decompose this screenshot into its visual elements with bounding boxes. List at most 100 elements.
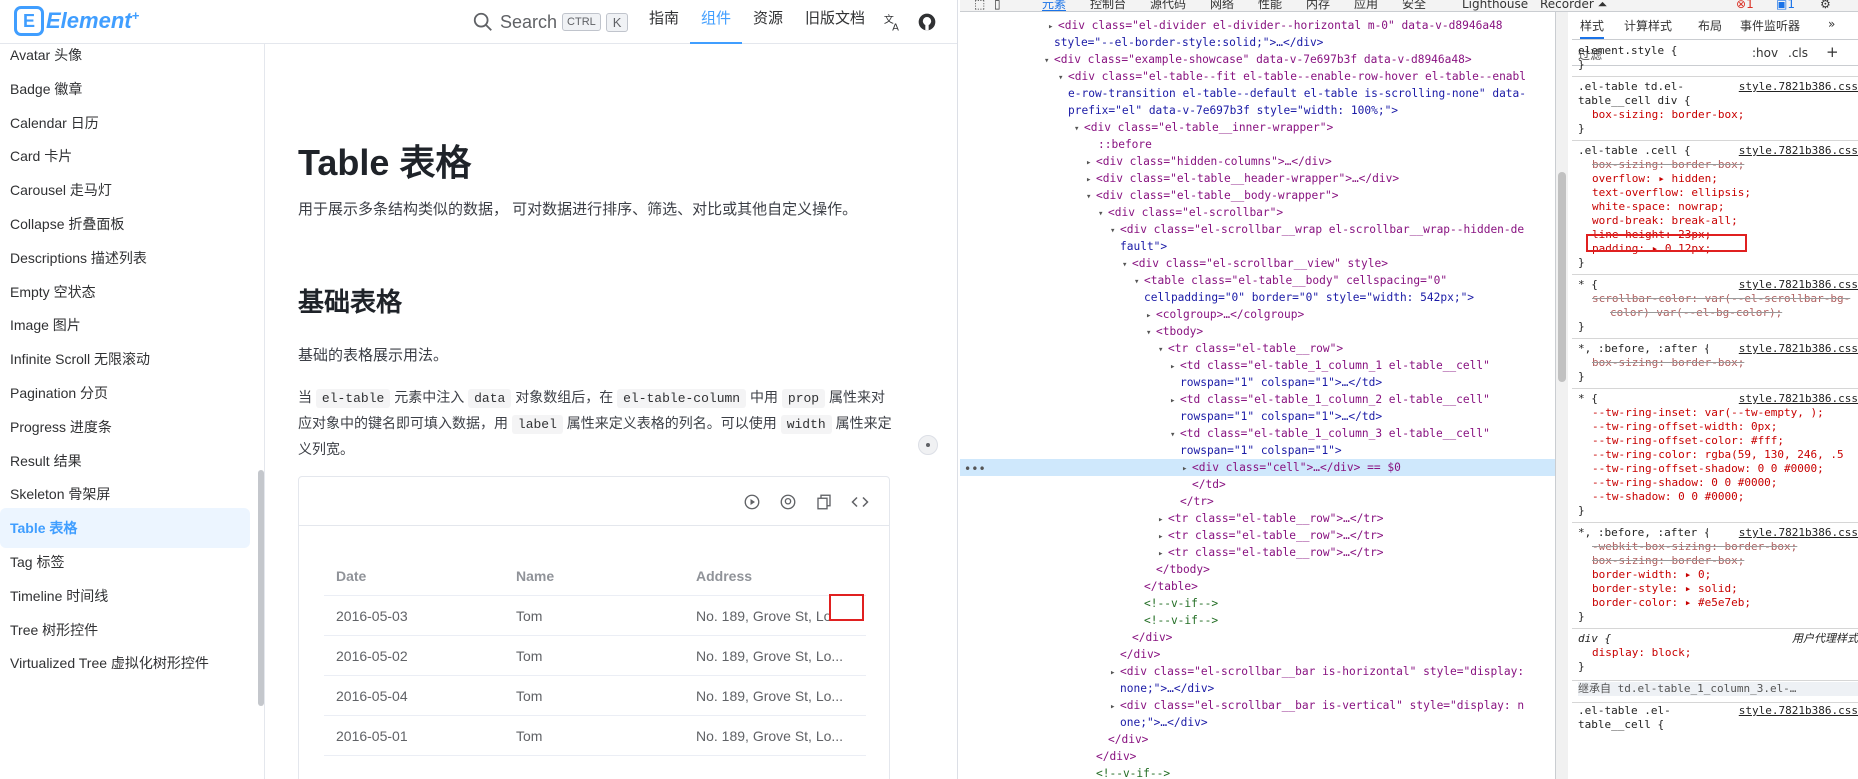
- dom-node-line[interactable]: rowspan="1" colspan="1">…</td>: [1170, 408, 1382, 425]
- expand-triangle-icon[interactable]: ▾: [1044, 53, 1054, 70]
- dom-node-line[interactable]: ▸ <tr class="el-table__row">…</tr>: [1158, 544, 1384, 561]
- dom-node-line[interactable]: ▾ <td class="el-table_1_column_3 el-table…: [1170, 425, 1490, 442]
- dom-node-line[interactable]: ▾ <div class="el-scrollbar">: [1098, 204, 1283, 221]
- style-property[interactable]: box-sizing: border-box;: [1592, 356, 1858, 370]
- style-property[interactable]: text-overflow: ellipsis;: [1592, 186, 1858, 200]
- dom-node-line[interactable]: ▸ <div class="el-scrollbar__bar is-vertic…: [1110, 697, 1524, 714]
- table-row[interactable]: 2016-05-01 Tom No. 189, Grove St, Lo...: [324, 716, 866, 756]
- table-row[interactable]: 2016-05-03 Tom No. 189, Grove St, Lo...: [324, 596, 866, 636]
- expand-triangle-icon[interactable]: ▾: [1098, 206, 1108, 223]
- style-selector[interactable]: }: [1578, 256, 1858, 270]
- dom-node-line[interactable]: </div>: [1110, 646, 1160, 663]
- expand-triangle-icon[interactable]: ▾: [1074, 121, 1084, 138]
- dom-node-line[interactable]: ▸ <colgroup>…</colgroup>: [1146, 306, 1304, 323]
- dom-node-line[interactable]: ▸ <div class="el-divider el-divider--hori…: [1048, 17, 1503, 34]
- dom-node-line[interactable]: <!--v-if-->: [1134, 595, 1218, 612]
- dom-node-line[interactable]: ▸ <div class="el-scrollbar__bar is-horizo…: [1110, 663, 1524, 680]
- message-badge[interactable]: ▣1: [1776, 0, 1795, 11]
- dom-scroll-thumb[interactable]: [1558, 172, 1566, 382]
- table-row[interactable]: 2016-05-02 Tom No. 189, Grove St, Lo...: [324, 636, 866, 676]
- nav-legacy-docs[interactable]: 旧版文档: [794, 0, 876, 44]
- style-property[interactable]: --tw-ring-shadow: 0 0 #0000;: [1592, 476, 1858, 490]
- style-selector[interactable]: table__cell div {: [1578, 94, 1858, 108]
- style-selector[interactable]: }: [1578, 504, 1858, 518]
- style-property[interactable]: -webkit-box-sizing: border-box;: [1592, 540, 1858, 554]
- style-property[interactable]: border-style: ▸ solid;: [1592, 582, 1858, 596]
- nav-resources[interactable]: 资源: [742, 0, 794, 44]
- style-property[interactable]: display: block;: [1592, 646, 1858, 660]
- style-selector[interactable]: element.style {: [1578, 44, 1858, 58]
- tab-network[interactable]: 网络: [1210, 0, 1234, 11]
- tab-lighthouse[interactable]: Lighthouse: [1462, 0, 1528, 11]
- inspect-icon[interactable]: ⬚: [974, 0, 985, 11]
- dom-node-line[interactable]: </div>: [1098, 731, 1148, 748]
- stylesheet-source-link[interactable]: style.7821b386.css: [1739, 392, 1858, 406]
- style-property[interactable]: --tw-ring-inset: var(--tw-empty, );: [1592, 406, 1858, 420]
- tab-memory[interactable]: 内存: [1306, 0, 1330, 11]
- dom-node-line[interactable]: </table>: [1134, 578, 1198, 595]
- tab-performance[interactable]: 性能: [1258, 0, 1282, 11]
- dom-node-line[interactable]: style="--el-border-style:solid;">…</div>: [1044, 34, 1323, 51]
- table-row[interactable]: 2016-05-04 Tom No. 189, Grove St, Lo...: [324, 676, 866, 716]
- tab-more[interactable]: »: [1828, 17, 1835, 39]
- sidebar-item[interactable]: Virtualized Tree 虚拟化树形控件: [0, 643, 250, 683]
- style-selector[interactable]: .el-table td.el-style.7821b386.css: [1578, 80, 1858, 94]
- dom-node-line[interactable]: ▸ <td class="el-table_1_column_1 el-table…: [1170, 357, 1490, 374]
- expand-triangle-icon[interactable]: ▾: [1086, 189, 1096, 206]
- style-selector[interactable]: }: [1578, 370, 1858, 384]
- search-button[interactable]: Search CTRL K: [472, 6, 629, 38]
- dom-node-line[interactable]: ▾ <div class="el-scrollbar__view" style>: [1122, 255, 1388, 272]
- tab-application[interactable]: 应用: [1354, 0, 1378, 11]
- dom-node-line[interactable]: ▾ <table class="el-table__body" cellspaci…: [1134, 272, 1447, 289]
- stylesheet-source-link[interactable]: style.7821b386.css: [1739, 80, 1858, 94]
- translate-icon[interactable]: 文A: [876, 0, 910, 44]
- style-selector[interactable]: * {style.7821b386.css: [1578, 392, 1858, 406]
- expand-triangle-icon[interactable]: ▾: [1122, 257, 1132, 274]
- dom-node-line[interactable]: none;">…</div>: [1110, 680, 1214, 697]
- dom-node-line[interactable]: cellpadding="0" border="0" style="width:…: [1134, 289, 1474, 306]
- style-selector[interactable]: }: [1578, 58, 1858, 72]
- tab-event-listeners[interactable]: 事件监听器: [1740, 17, 1800, 39]
- toc-toggle-button[interactable]: [918, 435, 938, 455]
- dom-node-line[interactable]: e-row-transition el-table--default el-ta…: [1058, 85, 1526, 102]
- dom-tree-scrollbar[interactable]: [1556, 12, 1568, 779]
- dom-node-line[interactable]: </tbody>: [1146, 561, 1210, 578]
- style-property[interactable]: word-break: break-all;: [1592, 214, 1858, 228]
- dom-node-line[interactable]: ▾ <div class="el-table__inner-wrapper">: [1074, 119, 1333, 136]
- style-selector[interactable]: .el-table .el-style.7821b386.css: [1578, 704, 1858, 718]
- tab-elements[interactable]: 元素: [1042, 0, 1067, 11]
- nav-components[interactable]: 组件: [690, 0, 743, 44]
- copy-icon[interactable]: [813, 491, 835, 513]
- dom-ellipsis-icon[interactable]: •••: [964, 462, 986, 476]
- style-property[interactable]: box-sizing: border-box;: [1592, 158, 1858, 172]
- inherited-from-header[interactable]: 继承自 td.el-table_1_column_3.el-…: [1578, 682, 1858, 696]
- dom-node-line[interactable]: <!--v-if-->: [1134, 612, 1218, 629]
- style-property[interactable]: border-width: ▸ 0;: [1592, 568, 1858, 582]
- dom-node-line[interactable]: ▸ <div class="cell">…</div> == $0: [960, 459, 1555, 476]
- dom-node-line[interactable]: rowspan="1" colspan="1">: [1170, 442, 1342, 459]
- style-property[interactable]: box-sizing: border-box;: [1592, 108, 1858, 122]
- style-property[interactable]: --tw-ring-offset-color: #fff;: [1592, 434, 1858, 448]
- dom-node-line[interactable]: ▸ <div class="hidden-columns">…</div>: [1086, 153, 1332, 170]
- style-property[interactable]: scrollbar-color: var(--el-scrollbar-bg-: [1592, 292, 1858, 306]
- dom-node-line[interactable]: ▾ <div class="el-table--fit el-table--ena…: [1058, 68, 1526, 85]
- dom-node-line[interactable]: </td>: [1182, 476, 1226, 493]
- style-property[interactable]: --tw-ring-offset-width: 0px;: [1592, 420, 1858, 434]
- style-property[interactable]: --tw-ring-color: rgba(59, 130, 246, .5: [1592, 448, 1858, 462]
- device-toggle-icon[interactable]: ▯: [994, 0, 1001, 11]
- dom-node-line[interactable]: ▾ <div class="example-showcase" data-v-7e…: [1044, 51, 1472, 68]
- style-property[interactable]: --tw-ring-offset-shadow: 0 0 #0000;: [1592, 462, 1858, 476]
- dom-node-line[interactable]: prefix="el" data-v-7e697b3f style="width…: [1058, 102, 1398, 119]
- style-selector[interactable]: .el-table .cell {style.7821b386.css: [1578, 144, 1858, 158]
- tab-sources[interactable]: 源代码: [1150, 0, 1186, 11]
- dom-node-line[interactable]: ▾ <div class="el-table__body-wrapper">: [1086, 187, 1338, 204]
- style-selector[interactable]: table__cell {: [1578, 718, 1858, 732]
- dom-node-line[interactable]: ▸ <tr class="el-table__row">…</tr>: [1158, 527, 1384, 544]
- style-property[interactable]: box-sizing: border-box;: [1592, 554, 1858, 568]
- tab-layout[interactable]: 布局: [1698, 17, 1722, 39]
- style-selector[interactable]: div {用户代理样式: [1578, 632, 1858, 646]
- tab-security[interactable]: 安全: [1402, 0, 1426, 11]
- dom-node-line[interactable]: </div>: [1086, 748, 1136, 765]
- dom-node-line[interactable]: ::before: [1088, 136, 1152, 153]
- style-selector[interactable]: *, :before, :after {style.7821b386.css: [1578, 342, 1858, 356]
